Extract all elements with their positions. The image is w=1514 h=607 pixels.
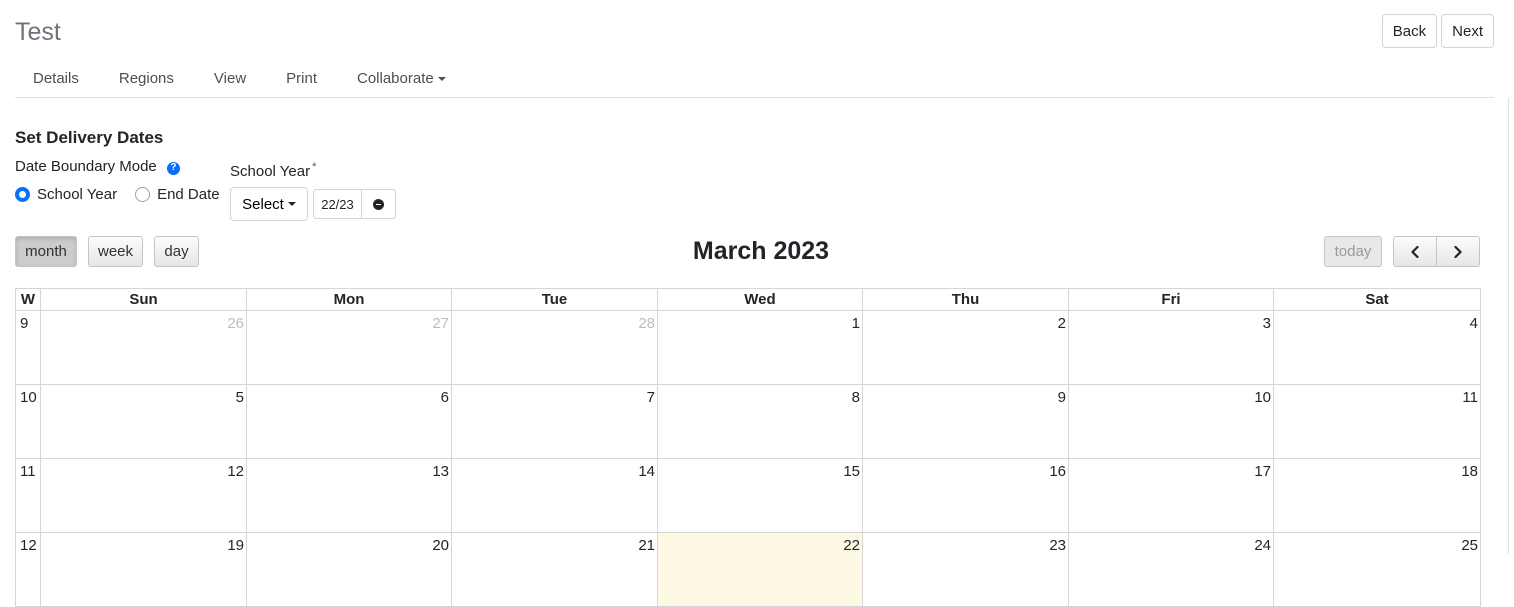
minus-circle-icon: [373, 198, 384, 210]
calendar-title: March 2023: [692, 237, 830, 265]
day-cell[interactable]: 8: [657, 384, 863, 459]
day-header: Tue: [451, 288, 658, 311]
day-header: Mon: [246, 288, 452, 311]
today-button[interactable]: today: [1324, 236, 1382, 267]
week-number: 11: [15, 458, 41, 533]
question-circle-icon[interactable]: ?: [166, 161, 180, 175]
chevron-right-icon: [1454, 245, 1462, 258]
tab-print[interactable]: Print: [268, 60, 339, 97]
school-year-label: School Year *: [230, 157, 316, 182]
caret-down-icon: [287, 202, 296, 206]
clear-school-year-button[interactable]: [362, 189, 396, 219]
day-cell[interactable]: 27: [246, 310, 452, 385]
day-cell[interactable]: 26: [40, 310, 247, 385]
week-number: 12: [15, 532, 41, 607]
today-cell[interactable]: 22: [657, 532, 863, 607]
school-year-select-button[interactable]: Select: [230, 187, 308, 221]
week-row: 11 12 13 14 15 16 17 18: [15, 458, 1481, 533]
day-header: Sun: [40, 288, 247, 311]
day-cell[interactable]: 21: [451, 532, 658, 607]
day-cell[interactable]: 5: [40, 384, 247, 459]
day-cell[interactable]: 10: [1068, 384, 1274, 459]
radio-option-school-year[interactable]: School Year: [15, 186, 117, 203]
week-row: 9 26 27 28 1 2 3 4: [15, 310, 1481, 385]
day-cell[interactable]: 18: [1273, 458, 1481, 533]
day-header: Sat: [1273, 288, 1481, 311]
day-cell[interactable]: 7: [451, 384, 658, 459]
prev-month-button[interactable]: [1393, 236, 1437, 267]
week-view-button[interactable]: week: [88, 236, 143, 267]
next-month-button[interactable]: [1437, 236, 1480, 267]
day-header: Fri: [1068, 288, 1274, 311]
tab-collaborate-label: Collaborate: [357, 70, 434, 87]
school-year-value[interactable]: 22/23: [313, 189, 362, 219]
day-cell[interactable]: 6: [246, 384, 452, 459]
radio-school-year[interactable]: [15, 187, 30, 202]
day-cell[interactable]: 11: [1273, 384, 1481, 459]
radio-end-date-label: End Date: [157, 186, 220, 203]
day-header: Wed: [657, 288, 863, 311]
radio-school-year-label: School Year: [37, 186, 118, 203]
day-cell[interactable]: 19: [40, 532, 247, 607]
day-cell[interactable]: 14: [451, 458, 658, 533]
day-cell[interactable]: 23: [862, 532, 1069, 607]
week-number: 10: [15, 384, 41, 459]
caret-down-icon: [437, 76, 446, 81]
school-year-value-group: 22/23: [313, 189, 396, 219]
week-row: 10 5 6 7 8 9 10 11: [15, 384, 1481, 459]
tab-view[interactable]: View: [196, 60, 268, 97]
page-title: Test: [15, 18, 61, 46]
week-row: 12 19 20 21 22 23 24 25: [15, 532, 1481, 607]
day-cell[interactable]: 28: [451, 310, 658, 385]
scrollbar-divider: [1508, 98, 1509, 554]
day-cell[interactable]: 12: [40, 458, 247, 533]
day-cell[interactable]: 1: [657, 310, 863, 385]
day-cell[interactable]: 20: [246, 532, 452, 607]
date-boundary-label: Date Boundary Mode ?: [15, 157, 180, 177]
select-label: Select: [242, 195, 284, 213]
tab-details[interactable]: Details: [15, 60, 101, 97]
day-cell[interactable]: 2: [862, 310, 1069, 385]
week-number-header: W: [15, 288, 41, 311]
nav-tabs: Details Regions View Print Collaborate: [15, 60, 1494, 98]
radio-option-end-date[interactable]: End Date: [135, 186, 220, 203]
school-year-label-text: School Year: [230, 163, 311, 180]
month-view-button[interactable]: month: [15, 236, 77, 267]
section-title: Set Delivery Dates: [15, 128, 164, 147]
header-actions: Back Next: [1381, 14, 1494, 48]
day-cell[interactable]: 24: [1068, 532, 1274, 607]
tab-regions[interactable]: Regions: [101, 60, 196, 97]
day-cell[interactable]: 3: [1068, 310, 1274, 385]
calendar-nav: [1393, 236, 1480, 267]
day-cell[interactable]: 9: [862, 384, 1069, 459]
week-number: 9: [15, 310, 41, 385]
required-mark: *: [312, 161, 317, 173]
day-cell[interactable]: 25: [1273, 532, 1481, 607]
calendar-grid: W Sun Mon Tue Wed Thu Fri Sat 9 26 27 28…: [15, 288, 1481, 607]
date-boundary-radio-group: School Year End Date: [15, 186, 230, 203]
radio-end-date[interactable]: [135, 187, 151, 202]
day-header: Thu: [862, 288, 1069, 311]
day-cell[interactable]: 4: [1273, 310, 1481, 385]
day-cell[interactable]: 17: [1068, 458, 1274, 533]
tab-collaborate[interactable]: Collaborate: [339, 60, 468, 97]
next-button[interactable]: Next: [1441, 14, 1494, 48]
day-cell[interactable]: 16: [862, 458, 1069, 533]
day-cell[interactable]: 15: [657, 458, 863, 533]
day-header-row: W Sun Mon Tue Wed Thu Fri Sat: [15, 288, 1481, 311]
day-view-button[interactable]: day: [154, 236, 199, 267]
day-cell[interactable]: 13: [246, 458, 452, 533]
chevron-left-icon: [1411, 245, 1419, 258]
date-boundary-label-text: Date Boundary Mode: [15, 158, 157, 175]
back-button[interactable]: Back: [1381, 14, 1438, 48]
